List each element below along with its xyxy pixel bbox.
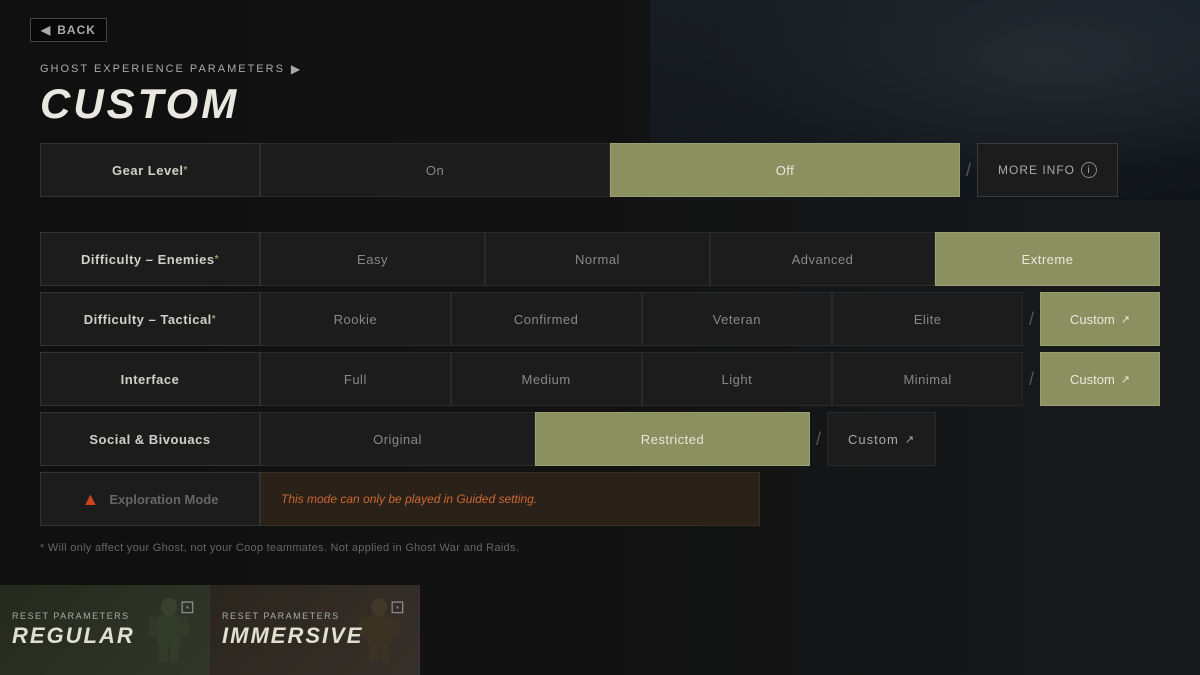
exploration-message: This mode can only be played in Guided s… <box>260 472 760 526</box>
enemies-easy-button[interactable]: Easy <box>260 232 485 286</box>
enemies-advanced-button[interactable]: Advanced <box>710 232 935 286</box>
preset-immersive-text: RESET PARAMETERS IMMERSIVE <box>222 611 363 649</box>
slash-divider: / <box>960 160 977 181</box>
info-circle-icon: i <box>1081 162 1097 178</box>
interface-custom-button[interactable]: Custom ↗ <box>1040 352 1160 406</box>
difficulty-tactical-label: Difficulty – Tactical* <box>40 292 260 346</box>
preset-immersive-card[interactable]: RESET PARAMETERS IMMERSIVE ⊡ <box>210 585 420 675</box>
monitor-icon: ⊡ <box>180 597 195 618</box>
back-button[interactable]: ◀ BACK <box>30 18 107 42</box>
interface-light-button[interactable]: Light <box>642 352 833 406</box>
exploration-row: ▲ Exploration Mode This mode can only be… <box>40 472 1160 526</box>
tactical-custom-button[interactable]: Custom ↗ <box>1040 292 1160 346</box>
settings-area: Gear Level* On Off / MORE INFO i Difficu… <box>0 143 1200 585</box>
more-info-button[interactable]: MORE INFO i <box>977 143 1118 197</box>
monitor-icon-2: ⊡ <box>390 597 405 618</box>
social-custom-button[interactable]: Custom ↗ <box>827 412 936 466</box>
interface-full-button[interactable]: Full <box>260 352 451 406</box>
difficulty-enemies-label: Difficulty – Enemies* <box>40 232 260 286</box>
slash-divider-tactical: / <box>1023 309 1040 330</box>
interface-minimal-button[interactable]: Minimal <box>832 352 1023 406</box>
external-link-icon-2: ↗ <box>1121 373 1130 386</box>
tactical-confirmed-button[interactable]: Confirmed <box>451 292 642 346</box>
gear-on-button[interactable]: On <box>260 143 610 197</box>
back-label: BACK <box>57 23 96 37</box>
header: GHOST EXPERIENCE PARAMETERS ▶ CUSTOM <box>0 52 1200 143</box>
bottom-presets: RESET PARAMETERS REGULAR ⊡ RESET PARAMET… <box>0 585 1200 675</box>
social-original-button[interactable]: Original <box>260 412 535 466</box>
enemies-normal-button[interactable]: Normal <box>485 232 710 286</box>
social-options: Original Restricted <box>260 412 810 466</box>
social-external-icon: ↗ <box>905 433 915 446</box>
warning-icon: ▲ <box>82 489 100 510</box>
gear-level-row: Gear Level* On Off / MORE INFO i <box>40 143 1160 197</box>
difficulty-enemies-options: Easy Normal Advanced Extreme <box>260 232 1160 286</box>
social-restricted-button[interactable]: Restricted <box>535 412 810 466</box>
interface-medium-button[interactable]: Medium <box>451 352 642 406</box>
gear-off-button[interactable]: Off <box>610 143 960 197</box>
preset-regular-card[interactable]: RESET PARAMETERS REGULAR ⊡ <box>0 585 210 675</box>
tactical-rookie-button[interactable]: Rookie <box>260 292 451 346</box>
slash-divider-interface: / <box>1023 369 1040 390</box>
external-link-icon: ↗ <box>1121 313 1130 326</box>
slash-divider-social: / <box>810 429 827 450</box>
tactical-elite-button[interactable]: Elite <box>832 292 1023 346</box>
enemies-extreme-button[interactable]: Extreme <box>935 232 1160 286</box>
footnote: * Will only affect your Ghost, not your … <box>40 536 1160 554</box>
difficulty-tactical-row: Difficulty – Tactical* Rookie Confirmed … <box>40 292 1160 346</box>
page-title: CUSTOM <box>40 80 1160 128</box>
difficulty-tactical-options: Rookie Confirmed Veteran Elite <box>260 292 1023 346</box>
gear-level-label: Gear Level* <box>40 143 260 197</box>
exploration-label: ▲ Exploration Mode <box>40 472 260 526</box>
arrow-icon: ▶ <box>291 62 302 76</box>
difficulty-enemies-row: Difficulty – Enemies* Easy Normal Advanc… <box>40 232 1160 286</box>
social-label: Social & Bivouacs <box>40 412 260 466</box>
back-icon: ◀ <box>41 23 51 37</box>
sub-title: GHOST EXPERIENCE PARAMETERS ▶ <box>40 62 1160 76</box>
interface-options: Full Medium Light Minimal <box>260 352 1023 406</box>
tactical-veteran-button[interactable]: Veteran <box>642 292 833 346</box>
gear-level-options: On Off <box>260 143 960 197</box>
interface-label: Interface <box>40 352 260 406</box>
interface-row: Interface Full Medium Light Minimal / Cu… <box>40 352 1160 406</box>
social-row: Social & Bivouacs Original Restricted / … <box>40 412 1160 466</box>
preset-regular-text: RESET PARAMETERS REGULAR <box>12 611 135 649</box>
